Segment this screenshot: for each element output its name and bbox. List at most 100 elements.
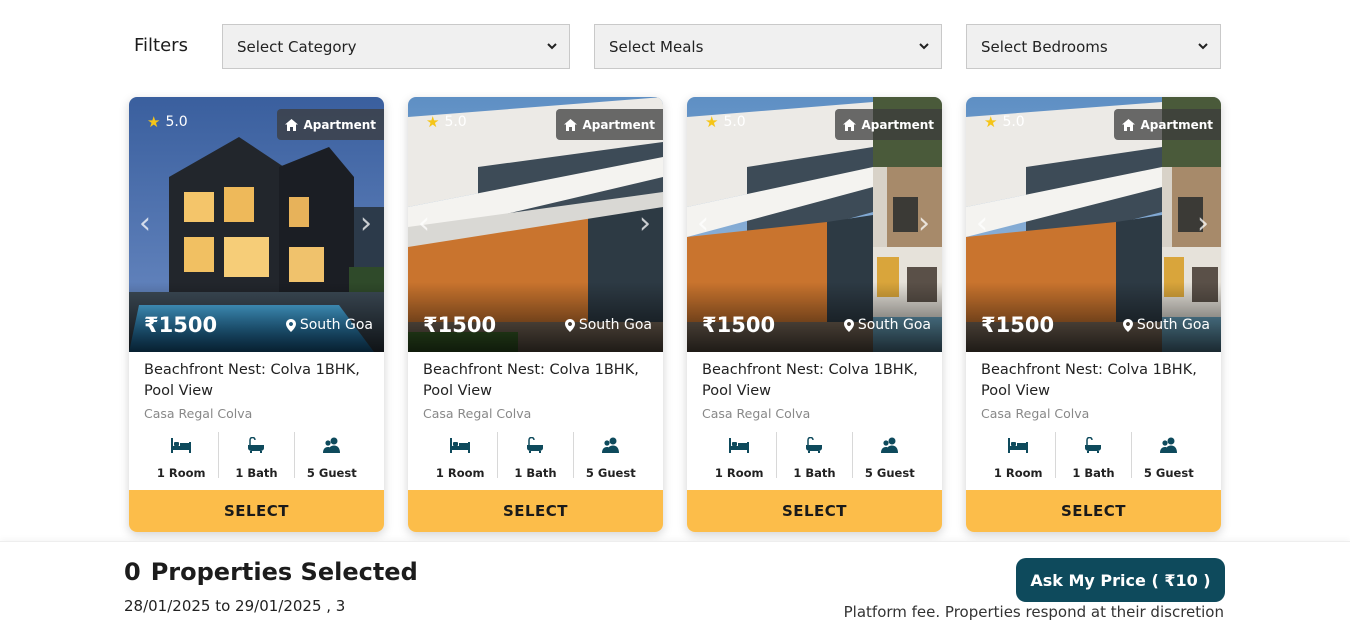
users-icon [601, 437, 619, 453]
rooms-label: 1 Room [993, 466, 1043, 480]
property-title[interactable]: Beachfront Nest: Colva 1BHK, Pool View [423, 360, 653, 402]
location: South Goa [1122, 317, 1210, 333]
amenity-guests: 5 Guest [1132, 432, 1206, 480]
baths-label: 1 Bath [1072, 466, 1115, 480]
property-card[interactable]: ★ 5.0 Apartment ‹ › ₹1500 South Goa Beac… [408, 97, 663, 532]
amenity-baths: 1 Bath [777, 432, 853, 480]
next-image-arrow[interactable]: › [360, 209, 372, 239]
property-type: Apartment [861, 117, 934, 132]
amenities: 1 Room 1 Bath 5 Guest [423, 432, 648, 480]
star-icon: ★ [147, 113, 161, 131]
home-icon [1122, 118, 1136, 131]
bathtub-icon [806, 437, 823, 453]
prev-image-arrow[interactable]: ‹ [697, 209, 709, 239]
bathtub-icon [527, 437, 544, 453]
selection-footer: 0 Properties Selected 28/01/2025 to 29/01… [0, 541, 1350, 641]
guests-label: 5 Guest [864, 466, 915, 480]
amenity-guests: 5 Guest [574, 432, 648, 480]
filters-bar: Filters Select Category Select Meals Sel… [134, 24, 1224, 69]
property-photo[interactable]: ★ 5.0 Apartment ‹ › ₹1500 South Goa [408, 97, 663, 352]
property-type: Apartment [582, 117, 655, 132]
home-icon [843, 118, 857, 131]
rating: ★ 5.0 [705, 113, 746, 131]
property-subtitle: Casa Regal Colva [144, 406, 253, 421]
meals-select-value: Select Meals [609, 37, 704, 56]
star-icon: ★ [426, 113, 440, 131]
property-subtitle: Casa Regal Colva [981, 406, 1090, 421]
guests-label: 5 Guest [1143, 466, 1194, 480]
property-card[interactable]: ★ 5.0 Apartment ‹ › ₹1500 South Goa Beac… [687, 97, 942, 532]
location-pin-icon [564, 318, 575, 332]
price: ₹1500 [981, 313, 1055, 337]
location-pin-icon [285, 318, 296, 332]
property-title[interactable]: Beachfront Nest: Colva 1BHK, Pool View [702, 360, 932, 402]
property-subtitle: Casa Regal Colva [702, 406, 811, 421]
amenity-baths: 1 Bath [219, 432, 295, 480]
next-image-arrow[interactable]: › [639, 209, 651, 239]
chevron-down-icon [1198, 43, 1208, 50]
meals-select[interactable]: Select Meals [594, 24, 942, 69]
property-photo[interactable]: ★ 5.0 Apartment ‹ › ₹1500 South Goa [966, 97, 1221, 352]
selected-count: 0 [124, 558, 141, 586]
home-icon [285, 118, 299, 131]
select-button[interactable]: SELECT [687, 490, 942, 532]
price: ₹1500 [702, 313, 776, 337]
select-button[interactable]: SELECT [966, 490, 1221, 532]
amenity-guests: 5 Guest [853, 432, 927, 480]
property-type: Apartment [1140, 117, 1213, 132]
property-type-badge: Apartment [1114, 109, 1221, 140]
amenity-rooms: 1 Room [702, 432, 778, 480]
property-title[interactable]: Beachfront Nest: Colva 1BHK, Pool View [981, 360, 1211, 402]
prev-image-arrow[interactable]: ‹ [976, 209, 988, 239]
rating-value: 5.0 [723, 114, 746, 130]
location: South Goa [564, 317, 652, 333]
location: South Goa [843, 317, 931, 333]
users-icon [880, 437, 898, 453]
location-pin-icon [1122, 318, 1133, 332]
baths-label: 1 Bath [514, 466, 557, 480]
chevron-down-icon [547, 43, 557, 50]
ask-my-price-button[interactable]: Ask My Price ( ₹10 ) [1016, 558, 1225, 602]
select-button[interactable]: SELECT [129, 490, 384, 532]
selected-label: Properties Selected [150, 558, 418, 586]
bed-icon [1008, 437, 1029, 453]
star-icon: ★ [984, 113, 998, 131]
amenity-rooms: 1 Room [144, 432, 220, 480]
next-image-arrow[interactable]: › [918, 209, 930, 239]
rooms-label: 1 Room [714, 466, 764, 480]
property-type-badge: Apartment [556, 109, 663, 140]
amenity-baths: 1 Bath [498, 432, 574, 480]
selected-count-heading: 0 Properties Selected [124, 558, 418, 586]
price: ₹1500 [423, 313, 497, 337]
star-icon: ★ [705, 113, 719, 131]
property-type-badge: Apartment [277, 109, 384, 140]
home-icon [564, 118, 578, 131]
rating-value: 5.0 [444, 114, 467, 130]
property-card[interactable]: ★ 5.0 Apartment ‹ › ₹1500 South Goa Beac… [966, 97, 1221, 532]
property-card[interactable]: ★ 5.0 Apartment ‹ › ₹1500 South Goa Beac… [129, 97, 384, 532]
prev-image-arrow[interactable]: ‹ [418, 209, 430, 239]
rating: ★ 5.0 [426, 113, 467, 131]
bedrooms-select[interactable]: Select Bedrooms [966, 24, 1221, 69]
property-photo[interactable]: ★ 5.0 Apartment ‹ › ₹1500 South Goa [687, 97, 942, 352]
location-text: South Goa [1136, 317, 1210, 333]
guests-label: 5 Guest [306, 466, 357, 480]
bathtub-icon [248, 437, 265, 453]
next-image-arrow[interactable]: › [1197, 209, 1209, 239]
select-button[interactable]: SELECT [408, 490, 663, 532]
rating-value: 5.0 [165, 114, 188, 130]
category-select-value: Select Category [237, 37, 357, 56]
price: ₹1500 [144, 313, 218, 337]
location: South Goa [285, 317, 373, 333]
amenities: 1 Room 1 Bath 5 Guest [144, 432, 369, 480]
users-icon [1159, 437, 1177, 453]
location-text: South Goa [857, 317, 931, 333]
amenity-rooms: 1 Room [423, 432, 499, 480]
location-text: South Goa [299, 317, 373, 333]
location-text: South Goa [578, 317, 652, 333]
category-select[interactable]: Select Category [222, 24, 570, 69]
prev-image-arrow[interactable]: ‹ [139, 209, 151, 239]
property-photo[interactable]: ★ 5.0 Apartment ‹ › ₹1500 South Goa [129, 97, 384, 352]
property-title[interactable]: Beachfront Nest: Colva 1BHK, Pool View [144, 360, 374, 402]
amenity-rooms: 1 Room [981, 432, 1057, 480]
